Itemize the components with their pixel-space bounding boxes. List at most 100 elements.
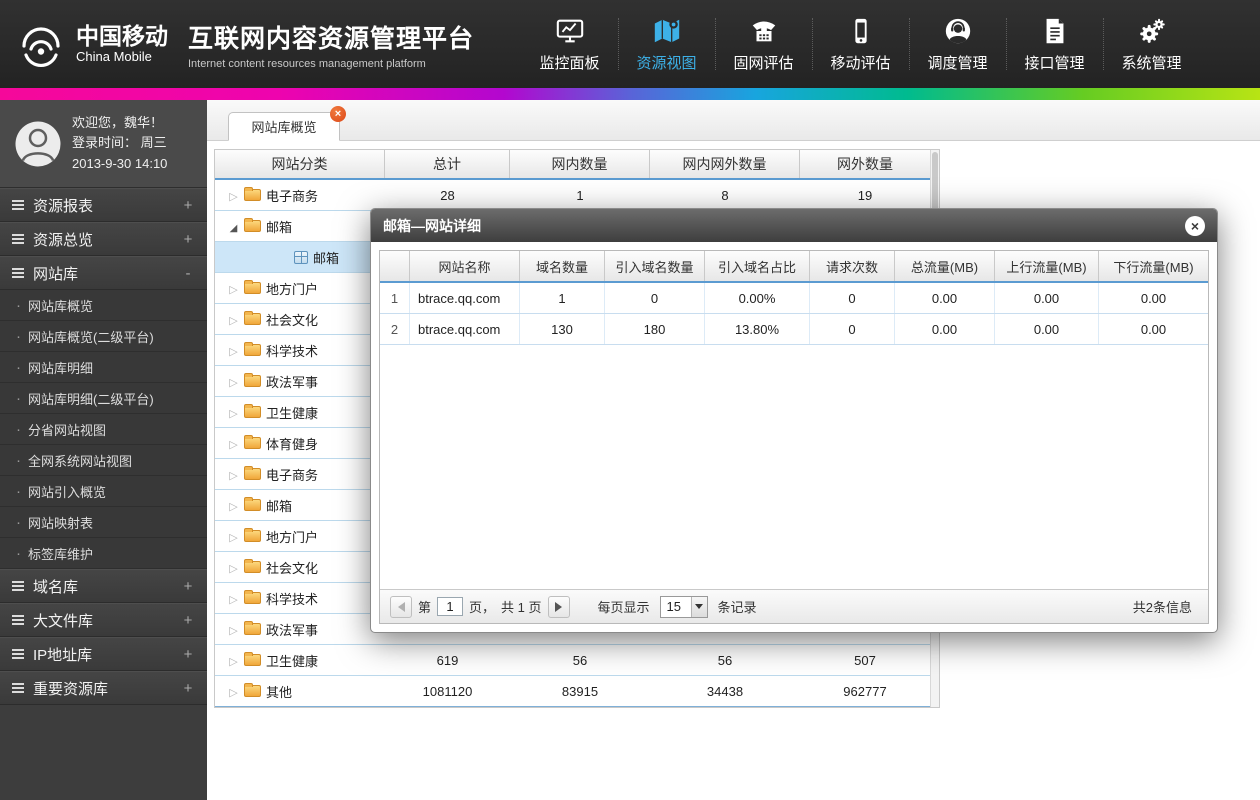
prev-arrow-icon [393,601,405,612]
prev-page-button[interactable] [390,595,412,618]
sidebar-item[interactable]: 域名库 + [0,569,207,603]
table-row[interactable]: 卫生健康 619 56 56 507 [215,645,930,676]
sidebar-item[interactable]: 资源总览 + [0,222,207,256]
category-label: 科学技术 [266,591,319,607]
tree-toggle-icon[interactable] [227,343,240,358]
expand-toggle-icon[interactable]: + [181,646,195,663]
sidebar-item-label: 重要资源库 [33,680,109,698]
column-header[interactable]: 总流量(MB) [895,251,995,281]
table-row[interactable]: 1 btrace.qq.com 1 0 0.00% 0 0.00 0.00 0.… [380,283,1208,314]
column-header[interactable]: 引入域名占比 [705,251,810,281]
tree-toggle-icon[interactable] [227,684,240,699]
tab-site-library-overview[interactable]: 网站库概览 × [228,106,346,141]
category-label: 邮箱 [266,219,293,235]
email-site-detail-dialog: 邮箱—网站详细 × 网站名称 域名数量 引入域名数量 引入域名占比 请求次数 总流量(MB… [370,208,1218,633]
nav-item-resource-view[interactable]: 资源视图 [618,0,715,88]
expand-toggle-icon[interactable]: + [181,197,195,214]
sidebar-subitem[interactable]: 分省网站视图 [0,414,207,445]
nav-item-fixed-network-eval[interactable]: 固网评估 [715,0,812,88]
folder-icon [244,652,261,666]
platform-title: 互联网内容资源管理平台 Internet content resources m… [188,19,474,70]
expand-toggle-icon[interactable]: + [181,612,195,629]
expand-toggle-icon[interactable]: + [181,680,195,697]
column-header[interactable]: 上行流量(MB) [995,251,1099,281]
column-header[interactable]: 网内数量 [510,150,650,178]
nav-item-dashboard[interactable]: 监控面板 [521,0,618,88]
column-header[interactable]: 网站名称 [410,251,520,281]
folder-icon [244,373,261,387]
nav-item-dispatch-mgmt[interactable]: 调度管理 [909,0,1006,88]
cell-in-network: 83915 [561,683,599,699]
expand-toggle-icon[interactable]: + [181,578,195,595]
sidebar-subitem[interactable]: 全网系统网站视图 [0,445,207,476]
bullet-icon [16,390,21,407]
tree-toggle-icon[interactable] [227,188,240,203]
modal-header[interactable]: 邮箱—网站详细 × [371,209,1217,242]
imported-domain-count: 0 [605,283,705,313]
tree-toggle-icon[interactable] [227,374,240,389]
column-header[interactable]: 网外数量 [800,150,930,178]
column-header[interactable]: 网站分类 [215,150,385,178]
login-time-text: 2013-9-30 14:10 [72,155,168,171]
domain-count: 1 [520,283,605,313]
cell-total: 28 [440,187,455,203]
table-row[interactable]: 电子商务 28 1 8 19 [215,180,930,211]
page-input[interactable] [437,597,464,616]
expand-toggle-icon[interactable]: - [181,265,195,282]
tab-close-icon[interactable]: × [330,106,346,122]
per-page-select[interactable]: 15 [659,595,708,618]
sidebar-item[interactable]: 重要资源库 + [0,671,207,705]
nav-item-interface-mgmt[interactable]: 接口管理 [1006,0,1103,88]
tree-toggle-icon[interactable] [227,622,240,637]
column-header[interactable]: 总计 [385,150,510,178]
tree-toggle-icon[interactable] [227,281,240,296]
column-header[interactable]: 引入域名数量 [605,251,705,281]
next-page-button[interactable] [547,595,570,618]
nav-label: 移动评估 [830,55,891,72]
sidebar-subitem[interactable]: 网站库明细 [0,352,207,383]
column-header[interactable]: 网内网外数量 [650,150,800,178]
tree-toggle-icon[interactable] [227,436,240,451]
sidebar-subitem[interactable]: 网站库概览 [0,290,207,321]
sidebar-subitem[interactable]: 网站映射表 [0,507,207,538]
sidebar-item[interactable]: 资源报表 + [0,188,207,222]
tree-toggle-icon[interactable] [227,529,240,544]
sidebar-subitem[interactable]: 网站库概览(二级平台) [0,321,207,352]
tree-toggle-icon[interactable] [227,560,240,575]
sidebar-subitem[interactable]: 网站库明细(二级平台) [0,383,207,414]
sidebar-item[interactable]: 大文件库 + [0,603,207,637]
tree-toggle-icon[interactable] [227,219,240,234]
expand-toggle-icon[interactable]: + [181,231,195,248]
sidebar-subitem[interactable]: 网站引入概览 [0,476,207,507]
tree-toggle-icon[interactable] [227,312,240,327]
total-traffic: 0.00 [895,283,995,313]
sidebar-item[interactable]: IP地址库 + [0,637,207,671]
tree-toggle-icon[interactable] [227,591,240,606]
sidebar-item[interactable]: 网站库 - [0,256,207,290]
list-icon [12,234,24,244]
tree-toggle-icon[interactable] [227,653,240,668]
table-row[interactable]: 其他 1081120 83915 34438 962777 [215,676,930,707]
row-index: 1 [380,283,410,313]
upload-traffic: 0.00 [995,314,1099,344]
bullet-icon [16,452,21,469]
bullet-icon [16,297,21,314]
nav-item-mobile-eval[interactable]: 移动评估 [812,0,909,88]
sidebar-subitem[interactable]: 标签库维护 [0,538,207,569]
brand-name-en: China Mobile [76,48,152,64]
column-header[interactable]: 请求次数 [810,251,895,281]
table-row[interactable]: 2 btrace.qq.com 130 180 13.80% 0 0.00 0.… [380,314,1208,345]
category-label: 邮箱 [266,498,293,514]
nav-item-system-mgmt[interactable]: 系统管理 [1103,0,1200,88]
column-header[interactable]: 域名数量 [520,251,605,281]
operator-headset-icon [943,15,973,47]
site-name: btrace.qq.com [410,314,520,344]
category-label: 社会文化 [266,312,319,328]
tree-toggle-icon[interactable] [227,467,240,482]
modal-close-icon[interactable]: × [1185,215,1205,236]
list-icon [12,615,24,625]
tree-toggle-icon[interactable] [227,498,240,513]
next-arrow-icon [555,601,567,612]
column-header[interactable]: 下行流量(MB) [1099,251,1208,281]
tree-toggle-icon[interactable] [227,405,240,420]
